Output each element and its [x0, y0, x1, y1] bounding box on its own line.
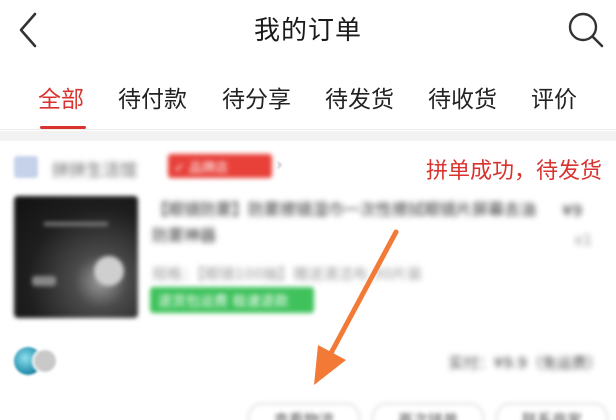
search-icon	[568, 12, 604, 48]
active-tab-indicator	[40, 126, 86, 129]
store-icon	[14, 156, 38, 178]
service-tag: 退货包运费 极速退款	[150, 287, 314, 313]
product-price: ¥9	[562, 201, 583, 220]
contact-seller-button[interactable]: 联系商家	[496, 403, 608, 420]
view-logistics-button[interactable]: 查看物流	[248, 403, 360, 420]
page-title: 我的订单	[253, 16, 362, 46]
tab-pending-shipment[interactable]: 待发货	[325, 80, 394, 114]
buy-again-button[interactable]: 再次拼单	[372, 403, 484, 420]
store-badge: ✓ 品牌店	[168, 154, 272, 178]
section-divider	[0, 131, 616, 141]
tab-review[interactable]: 评价	[531, 80, 577, 114]
paid-amount: 实付：¥9.9（免运费）	[448, 354, 602, 372]
product-thumbnail[interactable]	[14, 196, 138, 318]
tab-all[interactable]: 全部	[38, 80, 84, 114]
avatar	[32, 348, 58, 374]
tab-pending-payment[interactable]: 待付款	[118, 80, 187, 114]
store-row[interactable]: 拼拼生活馆 ✓ 品牌店 › 拼单成功，待发货	[14, 153, 604, 184]
order-card[interactable]: 拼拼生活馆 ✓ 品牌店 › 拼单成功，待发货 【眼镜防雾】防雾擦镜湿巾一次性擦拭…	[0, 141, 616, 420]
top-bar: 我的订单	[0, 0, 616, 60]
product-spec: 规格：【眼镜100抽】赠送清洁布 30片装	[152, 265, 422, 283]
product-title[interactable]: 【眼镜防雾】防雾擦镜湿巾一次性擦拭眼镜片屏幕去油防雾神器	[152, 197, 544, 249]
search-button[interactable]	[566, 10, 606, 50]
order-tabs: 全部 待付款 待分享 待发货 待收货 评价	[0, 60, 616, 130]
tab-pending-share[interactable]: 待分享	[222, 80, 291, 114]
tab-pending-receipt[interactable]: 待收货	[428, 80, 497, 114]
product-quantity: x1	[574, 231, 593, 249]
chevron-right-icon: ›	[276, 155, 283, 175]
order-status: 拼单成功，待发货	[425, 159, 602, 184]
store-name[interactable]: 拼拼生活馆	[52, 156, 137, 181]
group-avatars[interactable]	[14, 347, 74, 377]
